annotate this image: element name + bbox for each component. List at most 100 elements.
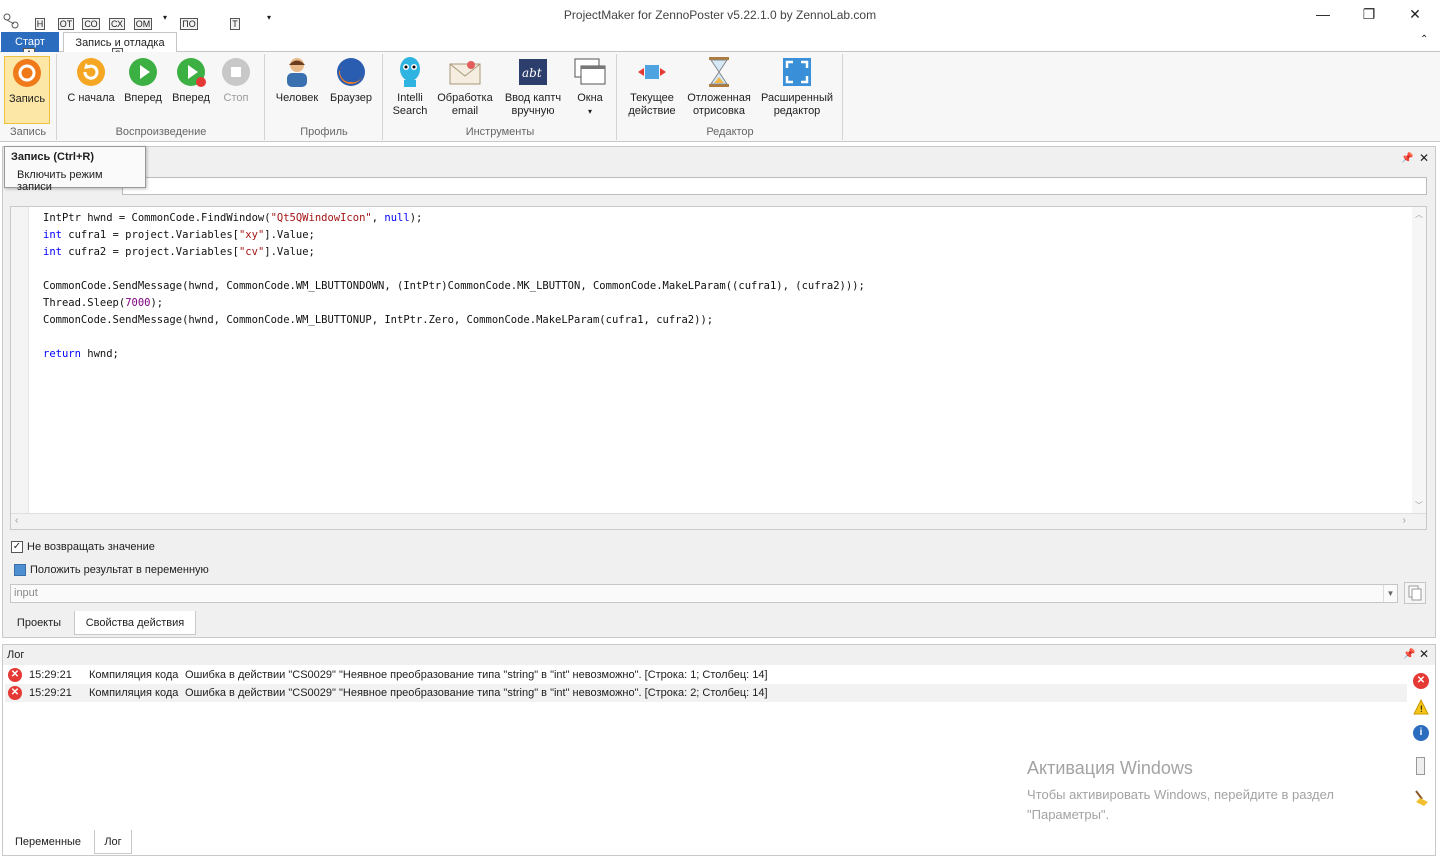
error-icon: ✕ [8,686,22,700]
windows-button[interactable]: Окна ▾ [568,56,612,118]
person-label: Человек [275,92,319,104]
svg-text:abt: abt [522,66,542,80]
run-forward-label: Вперед [172,92,210,104]
step-forward-button[interactable]: Вперед [120,56,166,105]
tab-projects[interactable]: Проекты [4,611,74,635]
log-row[interactable]: ✕ 15:29:21 Компиляция кода Ошибка в дейс… [5,666,1407,684]
play-from-start-button[interactable]: С начала [64,56,118,105]
save-to-variable-checkbox[interactable] [14,564,26,576]
ribbon-tabs: Старт Запись и отладка ⌃ [0,32,1440,53]
log-time: 15:29:21 [29,669,72,681]
collapse-ribbon-icon[interactable]: ⌃ [1420,34,1428,45]
play-from-start-label: С начала [67,92,115,104]
group-separator [616,54,617,140]
editor-gutter [11,207,29,513]
firefox-icon [335,56,367,88]
save-to-variable-label: Положить результат в переменную [30,564,209,576]
activation-title: Активация Windows [1027,758,1193,778]
chevron-down-icon[interactable]: ▼ [1383,585,1397,602]
play-icon [127,56,159,88]
record-tooltip: Запись (Ctrl+R) Включить режим записи [4,146,146,193]
group-separator [264,54,265,140]
intelli-search-button[interactable]: Intelli Search [388,56,432,118]
chevron-down-icon: ▾ [587,107,592,116]
minimize-button[interactable]: — [1308,4,1338,24]
expand-icon [781,56,813,88]
stop-button[interactable]: Стоп [216,56,256,105]
filter-errors-icon[interactable]: ✕ [1413,673,1429,689]
deferred-render-label-1: Отложенная [687,92,751,104]
vertical-scrollbar[interactable]: ︿ ﹀ [1412,207,1426,513]
close-icon[interactable]: ✕ [1419,151,1429,165]
restart-icon [75,56,107,88]
person-icon [281,56,313,88]
ribbon: Запись Запись С начала Вперед Вперед Сто… [0,52,1440,142]
action-name-field[interactable] [122,177,1427,195]
svg-text:!: ! [1420,705,1424,715]
windows-activation-watermark: Активация Windows Чтобы активировать Win… [1027,758,1427,825]
manual-captcha-label-1: Ввод каптч [504,92,562,104]
tab-log[interactable]: Лог [94,830,132,854]
windows-icon [574,56,606,88]
intelli-search-label-1: Intelli [397,92,423,104]
result-variable-select[interactable]: input ▼ [10,584,1398,603]
group-separator [842,54,843,140]
pin-icon[interactable]: 📌 [1403,649,1415,660]
record-icon [11,57,43,89]
email-processing-label-1: Обработка [437,92,493,104]
advanced-editor-button[interactable]: Расширенный редактор [758,56,836,118]
stop-label: Стоп [223,92,249,104]
record-button[interactable]: Запись [4,56,50,124]
group-label-playback: Воспроизведение [115,126,207,138]
group-separator [382,54,383,140]
stop-icon [220,56,252,88]
filter-info-icon[interactable]: i [1413,725,1429,741]
log-title: Лог [7,649,25,661]
person-button[interactable]: Человек [272,56,322,105]
close-icon[interactable]: ✕ [1419,647,1429,661]
group-label-tools: Инструменты [465,126,535,138]
copy-button[interactable] [1404,582,1426,604]
manual-captcha-label-2: вручную [511,105,555,117]
captcha-icon: abt [517,56,549,88]
window-title: ProjectMaker for ZennoPoster v5.22.1.0 b… [563,8,877,22]
log-message: Ошибка в действии "CS0029" "Неявное прео… [185,687,768,699]
advanced-editor-label-2: редактор [773,105,821,117]
email-processing-label-2: email [451,105,479,117]
log-row[interactable]: ✕ 15:29:21 Компиляция кода Ошибка в дейс… [5,684,1407,702]
browser-label: Браузер [330,92,372,104]
copy-icon [1408,585,1422,601]
windows-label: Окна [577,92,603,104]
email-processing-button[interactable]: Обработка email [434,56,496,118]
tab-variables[interactable]: Переменные [4,830,92,854]
hourglass-icon [703,56,735,88]
deferred-render-label-2: отрисовка [693,105,745,117]
manual-captcha-button[interactable]: abt Ввод каптч вручную [500,56,566,118]
no-return-label: Не возвращать значение [27,541,155,553]
no-return-checkbox[interactable]: ✓ [11,541,23,553]
browser-button[interactable]: Браузер [326,56,376,105]
pin-icon[interactable]: 📌 [1401,153,1413,164]
log-header: Лог 📌 ✕ [3,645,1435,665]
horizontal-scrollbar[interactable]: ‹ › [11,513,1426,529]
activation-line-1: Чтобы активировать Windows, перейдите в … [1027,787,1334,802]
current-action-label-1: Текущее [630,92,674,104]
record-label: Запись [8,93,46,105]
current-action-icon [636,56,668,88]
tooltip-description: Включить режим записи [17,169,103,193]
code-text[interactable]: IntPtr hwnd = CommonCode.FindWindow("Qt5… [43,210,865,363]
tooltip-title: Запись (Ctrl+R) [11,151,94,163]
step-forward-label: Вперед [124,92,162,104]
filter-warnings-icon[interactable]: ! [1413,698,1429,718]
current-action-button[interactable]: Текущее действие [624,56,680,118]
deferred-render-button[interactable]: Отложенная отрисовка [684,56,754,118]
play-record-icon [175,56,207,88]
group-label-record: Запись [9,126,47,138]
code-editor[interactable]: IntPtr hwnd = CommonCode.FindWindow("Qt5… [10,206,1427,530]
maximize-button[interactable]: ❐ [1354,4,1384,24]
run-forward-button[interactable]: Вперед [168,56,214,105]
group-separator [56,54,57,140]
current-action-label-2: действие [628,105,676,117]
close-button[interactable]: ✕ [1400,4,1430,24]
tab-action-properties[interactable]: Свойства действия [74,611,196,635]
